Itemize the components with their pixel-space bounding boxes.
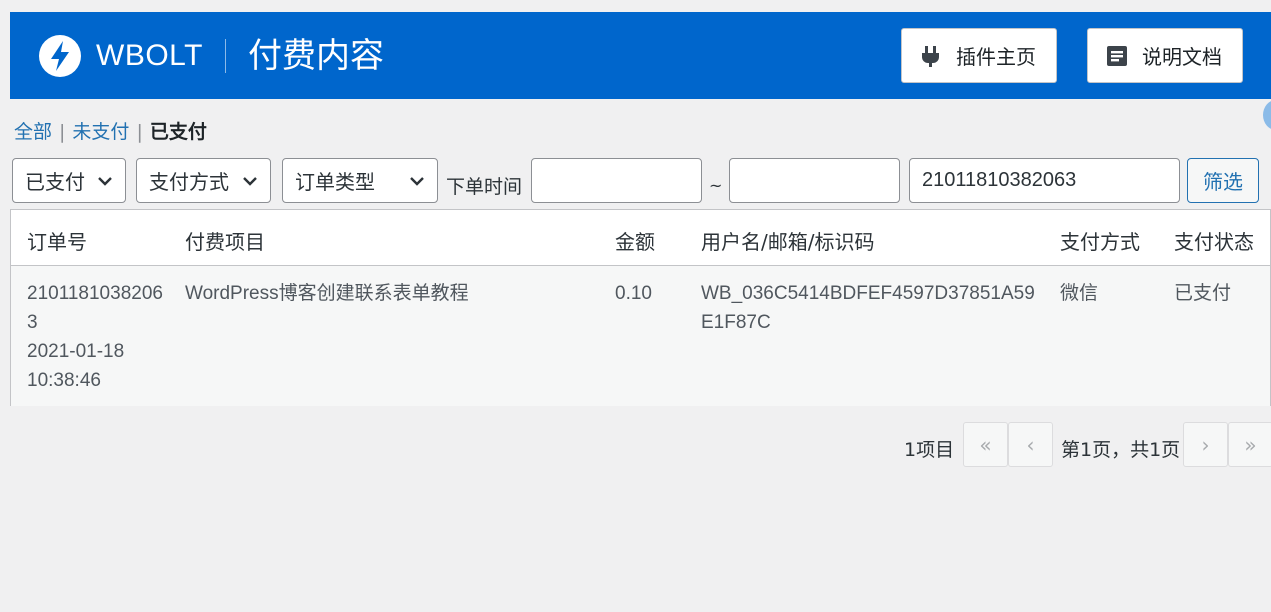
- header-bar: WBOLT 付费内容 插件主页 说明文档: [10, 12, 1271, 99]
- order-time-label: 下单时间: [446, 176, 523, 198]
- date-from-input[interactable]: [531, 158, 702, 203]
- page-title: 付费内容: [248, 36, 384, 76]
- prev-page-button[interactable]: ‹: [1008, 422, 1053, 467]
- order-type-select-value: 订单类型: [295, 170, 375, 194]
- header-divider: [225, 39, 226, 73]
- plug-icon: [922, 45, 939, 67]
- chevron-down-icon: [410, 177, 424, 186]
- col-item[interactable]: 付费项目: [185, 226, 265, 255]
- separator: |: [136, 121, 143, 143]
- docs-label: 说明文档: [1142, 45, 1222, 69]
- cell-order-no: 21011810382063 2021-01-18 10:38:46: [27, 279, 167, 395]
- help-tab-edge[interactable]: [1263, 100, 1271, 130]
- separator: |: [59, 121, 66, 143]
- table-row: 21011810382063 2021-01-18 10:38:46 WordP…: [11, 266, 1270, 406]
- pagination: 1项目 « ‹ 第1页，共1页 › »: [0, 422, 1271, 468]
- col-amount[interactable]: 金额: [615, 226, 655, 255]
- filter-all-link[interactable]: 全部: [14, 119, 52, 145]
- date-range-separator: ~: [709, 176, 723, 195]
- order-type-select[interactable]: 订单类型: [282, 158, 438, 203]
- brand-name: WBOLT: [96, 39, 203, 72]
- status-filter-links: 全部 | 未支付 | 已支付: [14, 119, 207, 145]
- order-number-input[interactable]: 21011810382063: [909, 158, 1180, 203]
- col-status[interactable]: 支付状态: [1174, 226, 1254, 255]
- orders-table: 订单号 付费项目 金额 用户名/邮箱/标识码 支付方式 支付状态 2101181…: [10, 209, 1271, 406]
- order-date: 2021-01-18: [27, 341, 125, 362]
- cell-item[interactable]: WordPress博客创建联系表单教程: [185, 279, 469, 308]
- pay-method-select-value: 支付方式: [149, 170, 229, 194]
- col-pay-method[interactable]: 支付方式: [1060, 226, 1140, 255]
- order-number-value: 21011810382063: [922, 169, 1077, 191]
- first-page-button[interactable]: «: [963, 422, 1008, 467]
- chevron-down-icon: [243, 177, 257, 186]
- cell-user: WB_036C5414BDFEF4597D37851A59E1F87C: [701, 283, 1035, 333]
- cell-pay-method: 微信: [1060, 283, 1099, 304]
- bolt-logo-icon: [39, 35, 81, 77]
- filter-button[interactable]: 筛选: [1187, 158, 1259, 203]
- document-icon: [1107, 45, 1127, 66]
- table-header: 订单号 付费项目 金额 用户名/邮箱/标识码 支付方式 支付状态: [11, 210, 1270, 266]
- page-info: 第1页，共1页: [1061, 439, 1181, 461]
- filter-paid-current[interactable]: 已支付: [150, 119, 207, 145]
- chevron-down-icon: [98, 177, 112, 186]
- date-to-input[interactable]: [729, 158, 900, 203]
- next-page-button[interactable]: ›: [1183, 422, 1228, 467]
- status-select[interactable]: 已支付: [12, 158, 126, 203]
- col-order-no[interactable]: 订单号: [27, 226, 87, 255]
- cell-status: 已支付: [1174, 283, 1232, 304]
- filter-unpaid-link[interactable]: 未支付: [72, 119, 129, 145]
- plugin-home-label: 插件主页: [956, 45, 1036, 69]
- last-page-button[interactable]: »: [1228, 422, 1271, 467]
- status-select-value: 已支付: [25, 170, 85, 194]
- cell-amount: 0.10: [615, 283, 652, 304]
- col-user[interactable]: 用户名/邮箱/标识码: [701, 226, 874, 255]
- order-time: 10:38:46: [27, 370, 101, 391]
- pay-method-select[interactable]: 支付方式: [136, 158, 271, 203]
- docs-button[interactable]: 说明文档: [1087, 28, 1243, 83]
- order-number[interactable]: 21011810382063: [27, 279, 167, 337]
- plugin-home-button[interactable]: 插件主页: [901, 28, 1057, 83]
- items-count: 1项目: [904, 439, 955, 461]
